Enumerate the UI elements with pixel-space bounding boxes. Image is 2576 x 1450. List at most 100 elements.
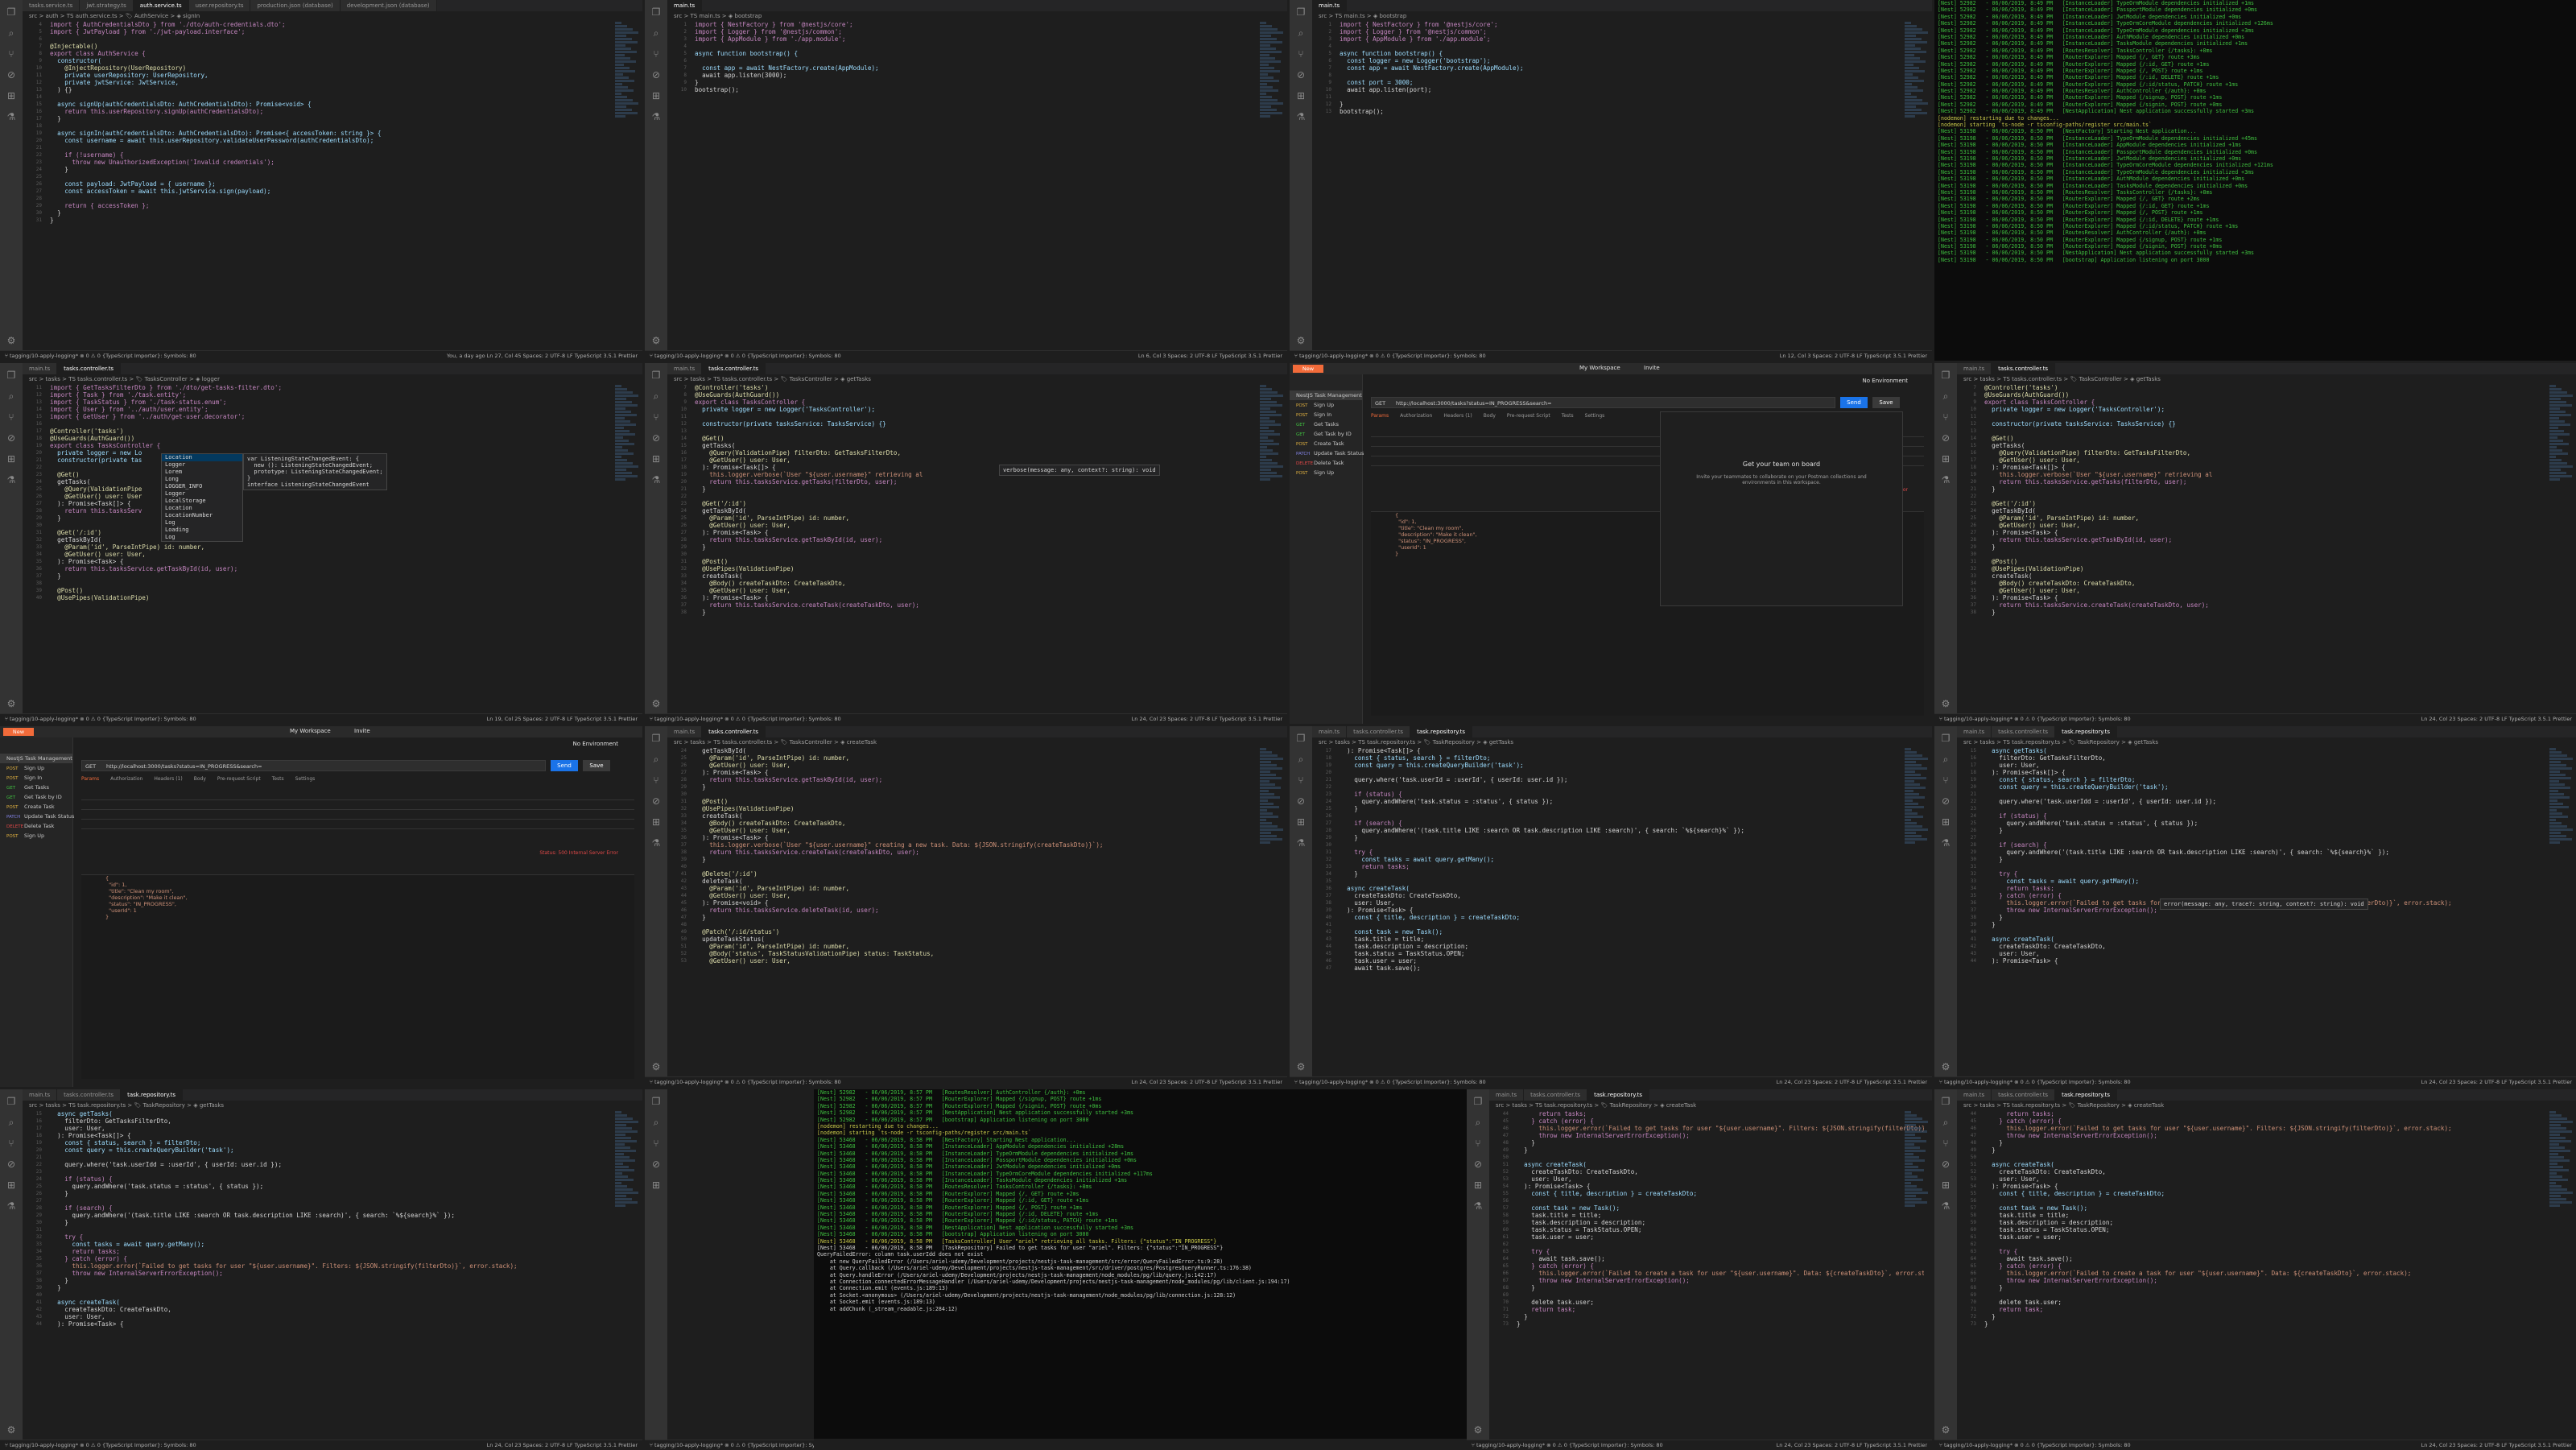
source-control-icon[interactable]: ⑂ <box>6 48 17 60</box>
request-tab[interactable]: Headers (1) <box>154 776 182 782</box>
files-icon[interactable]: ❐ <box>1940 1096 1951 1107</box>
search-icon[interactable]: ⌕ <box>650 27 662 39</box>
collection-item[interactable]: NestJS Task Management <box>0 754 72 763</box>
editor-tab[interactable]: auth.service.ts <box>133 0 189 11</box>
status-right[interactable]: Ln 24, Col 23 Spaces: 2 UTF-8 LF TypeScr… <box>2421 1442 2572 1448</box>
editor-tab[interactable]: task.repository.ts <box>121 1089 184 1101</box>
params-row[interactable] <box>81 791 634 800</box>
search-icon[interactable]: ⌕ <box>1295 27 1307 39</box>
search-icon[interactable]: ⌕ <box>1295 754 1307 765</box>
debug-icon[interactable]: ⊘ <box>650 432 662 444</box>
code-editor[interactable]: 44 45 46 47 48 49 50 51 52 53 54 55 56 57 58 59 60 61 62 63… <box>1489 1110 1932 1440</box>
suggestion-item[interactable]: Location <box>162 454 242 461</box>
test-icon[interactable]: ⚗ <box>650 837 662 849</box>
editor-tab[interactable]: main.ts <box>1957 726 1992 737</box>
request-item[interactable]: POST Create Task <box>1290 439 1362 448</box>
test-icon[interactable]: ⚗ <box>6 474 17 485</box>
settings-gear-icon[interactable]: ⚙ <box>1472 1424 1484 1436</box>
request-tab[interactable]: Params <box>1371 413 1389 419</box>
editor-tab[interactable]: production.json (database) <box>250 0 341 11</box>
status-left[interactable]: ⑂ tagging/10-apply-logging* ⊗ 0 ⚠ 0 {Typ… <box>1939 1079 2131 1085</box>
response-body[interactable]: { "id": 1, "title": "Clean my room", "de… <box>81 874 634 1079</box>
autocomplete-list[interactable]: Location Logger Lorem Long LOGGER_INFO Logger… <box>161 453 243 542</box>
suggestion-item[interactable]: Logger <box>162 490 242 498</box>
test-icon[interactable]: ⚗ <box>1472 1200 1484 1212</box>
breadcrumb[interactable]: src > tasks > TS task.repository.ts > 🏷 … <box>23 1101 642 1110</box>
request-tab[interactable]: Tests <box>272 776 284 782</box>
breadcrumb[interactable]: src > tasks > TS task.repository.ts > 🏷 … <box>1489 1101 1932 1110</box>
status-right[interactable]: Ln 12, Col 3 Spaces: 2 UTF-8 LF TypeScri… <box>1780 353 1927 359</box>
breadcrumb[interactable]: src > TS main.ts > ◈ bootstrap <box>667 11 1287 21</box>
request-item[interactable]: DELETEDelete Task <box>1290 458 1362 468</box>
editor-tab[interactable]: tasks.controller.ts <box>1992 1089 2056 1101</box>
code-editor[interactable]: 1 2 3 4 5 6 7 8 9 10 import { NestFactory } from '… <box>667 21 1287 351</box>
settings-gear-icon[interactable]: ⚙ <box>1295 335 1307 346</box>
send-button[interactable]: Send <box>551 760 578 771</box>
suggestion-item[interactable]: LocationNumber <box>162 512 242 519</box>
minimap[interactable] <box>612 384 642 714</box>
status-left[interactable]: ⑂ tagging/10-apply-logging* ⊗ 0 ⚠ 0 {Typ… <box>5 1442 196 1448</box>
files-icon[interactable]: ❐ <box>1295 733 1307 744</box>
test-icon[interactable]: ⚗ <box>1295 111 1307 122</box>
status-right[interactable]: Ln 24, Col 23 Spaces: 2 UTF-8 LF TypeScr… <box>1777 1442 1927 1448</box>
workspace-selector[interactable]: My Workspace <box>1579 365 1620 371</box>
minimap[interactable] <box>612 21 642 351</box>
code-editor[interactable]: 44 45 46 47 48 49 50 51 52 53 54 55 56 57 58 59 60 61 62 63… <box>1957 1110 2576 1440</box>
params-row[interactable] <box>81 800 634 810</box>
files-icon[interactable]: ❐ <box>650 6 662 18</box>
request-tab[interactable]: Authorization <box>1400 413 1432 419</box>
breadcrumb[interactable]: src > tasks > TS tasks.controller.ts > 🏷… <box>667 374 1287 384</box>
workspace-selector[interactable]: My Workspace <box>290 728 331 734</box>
files-icon[interactable]: ❐ <box>650 370 662 381</box>
request-item[interactable]: GET Get Task by ID <box>0 792 72 802</box>
breadcrumb[interactable]: src > tasks > TS tasks.controller.ts > 🏷… <box>1957 374 2576 384</box>
request-item[interactable]: GET Get Tasks <box>1290 419 1362 429</box>
status-right[interactable]: Ln 24, Col 23 Spaces: 2 UTF-8 LF TypeScr… <box>1777 1079 1927 1085</box>
request-item[interactable]: POST Sign Up <box>1290 400 1362 410</box>
minimap[interactable] <box>2546 747 2576 1077</box>
code-editor[interactable]: 15 16 17 18 19 20 21 22 23 24 25 26 27 28 29 30 31 32 33 34… <box>23 1110 642 1440</box>
request-tab[interactable]: Params <box>81 776 99 782</box>
environment-selector[interactable]: No Environment <box>1863 378 1908 384</box>
status-right[interactable]: Ln 24, Col 23 Spaces: 2 UTF-8 LF TypeScr… <box>2421 716 2572 722</box>
extensions-icon[interactable]: ⊞ <box>6 453 17 465</box>
editor-tab[interactable]: main.ts <box>1957 1089 1992 1101</box>
invite-button[interactable]: Invite <box>354 728 370 734</box>
method-selector[interactable]: GET <box>1375 398 1385 409</box>
editor-tab[interactable]: main.ts <box>23 363 58 374</box>
extensions-icon[interactable]: ⊞ <box>1940 1179 1951 1191</box>
editor-tab[interactable]: user.repository.ts <box>188 0 251 11</box>
suggestion-item[interactable]: Long <box>162 476 242 483</box>
source-control-icon[interactable]: ⑂ <box>6 1138 17 1149</box>
method-selector[interactable]: GET <box>85 761 96 772</box>
status-left[interactable]: ⑂ tagging/10-apply-logging* ⊗ 0 ⚠ 0 {Typ… <box>1939 1442 2131 1448</box>
params-row[interactable] <box>81 810 634 820</box>
files-icon[interactable]: ❐ <box>6 6 17 18</box>
source-control-icon[interactable]: ⑂ <box>1472 1138 1484 1149</box>
suggestion-item[interactable]: Location <box>162 505 242 512</box>
minimap[interactable] <box>612 1110 642 1440</box>
search-icon[interactable]: ⌕ <box>6 27 17 39</box>
search-icon[interactable]: ⌕ <box>1940 390 1951 402</box>
settings-gear-icon[interactable]: ⚙ <box>1940 1424 1951 1436</box>
code-editor[interactable]: 24 25 26 27 28 29 30 31 32 33 34 35 36 37 38 39 40 41 42 43… <box>667 747 1287 1077</box>
suggestion-item[interactable]: Loading <box>162 527 242 534</box>
editor-tab[interactable]: main.ts <box>1312 726 1348 737</box>
status-left[interactable]: ⑂ tagging/10-apply-logging* ⊗ 0 ⚠ 0 {Typ… <box>1939 716 2131 722</box>
source-control-icon[interactable]: ⑂ <box>650 48 662 60</box>
request-url-input[interactable]: GET http://localhost:3000/tasks?status=IN… <box>81 760 546 771</box>
extensions-icon[interactable]: ⊞ <box>650 1179 662 1191</box>
search-icon[interactable]: ⌕ <box>1940 1117 1951 1128</box>
minimap[interactable] <box>1257 21 1287 351</box>
status-left[interactable]: ⑂ tagging/10-apply-logging* ⊗ 0 ⚠ 0 {Typ… <box>5 716 196 722</box>
editor-tab[interactable]: main.ts <box>667 0 703 11</box>
search-icon[interactable]: ⌕ <box>1940 754 1951 765</box>
editor-tab[interactable]: main.ts <box>667 363 703 374</box>
status-right[interactable]: Ln 24, Col 23 Spaces: 2 UTF-8 LF TypeScr… <box>487 1442 638 1448</box>
new-button[interactable]: New <box>1293 365 1323 373</box>
search-icon[interactable]: ⌕ <box>650 754 662 765</box>
code-editor[interactable]: 7 8 9 10 11 12 13 14 15 16 17 18 19 20 21 22 23 24 25 26 27 2… <box>667 384 1287 714</box>
minimap[interactable] <box>1901 747 1932 1077</box>
request-tab[interactable]: Tests <box>1562 413 1574 419</box>
editor-tab[interactable]: main.ts <box>1312 0 1348 11</box>
